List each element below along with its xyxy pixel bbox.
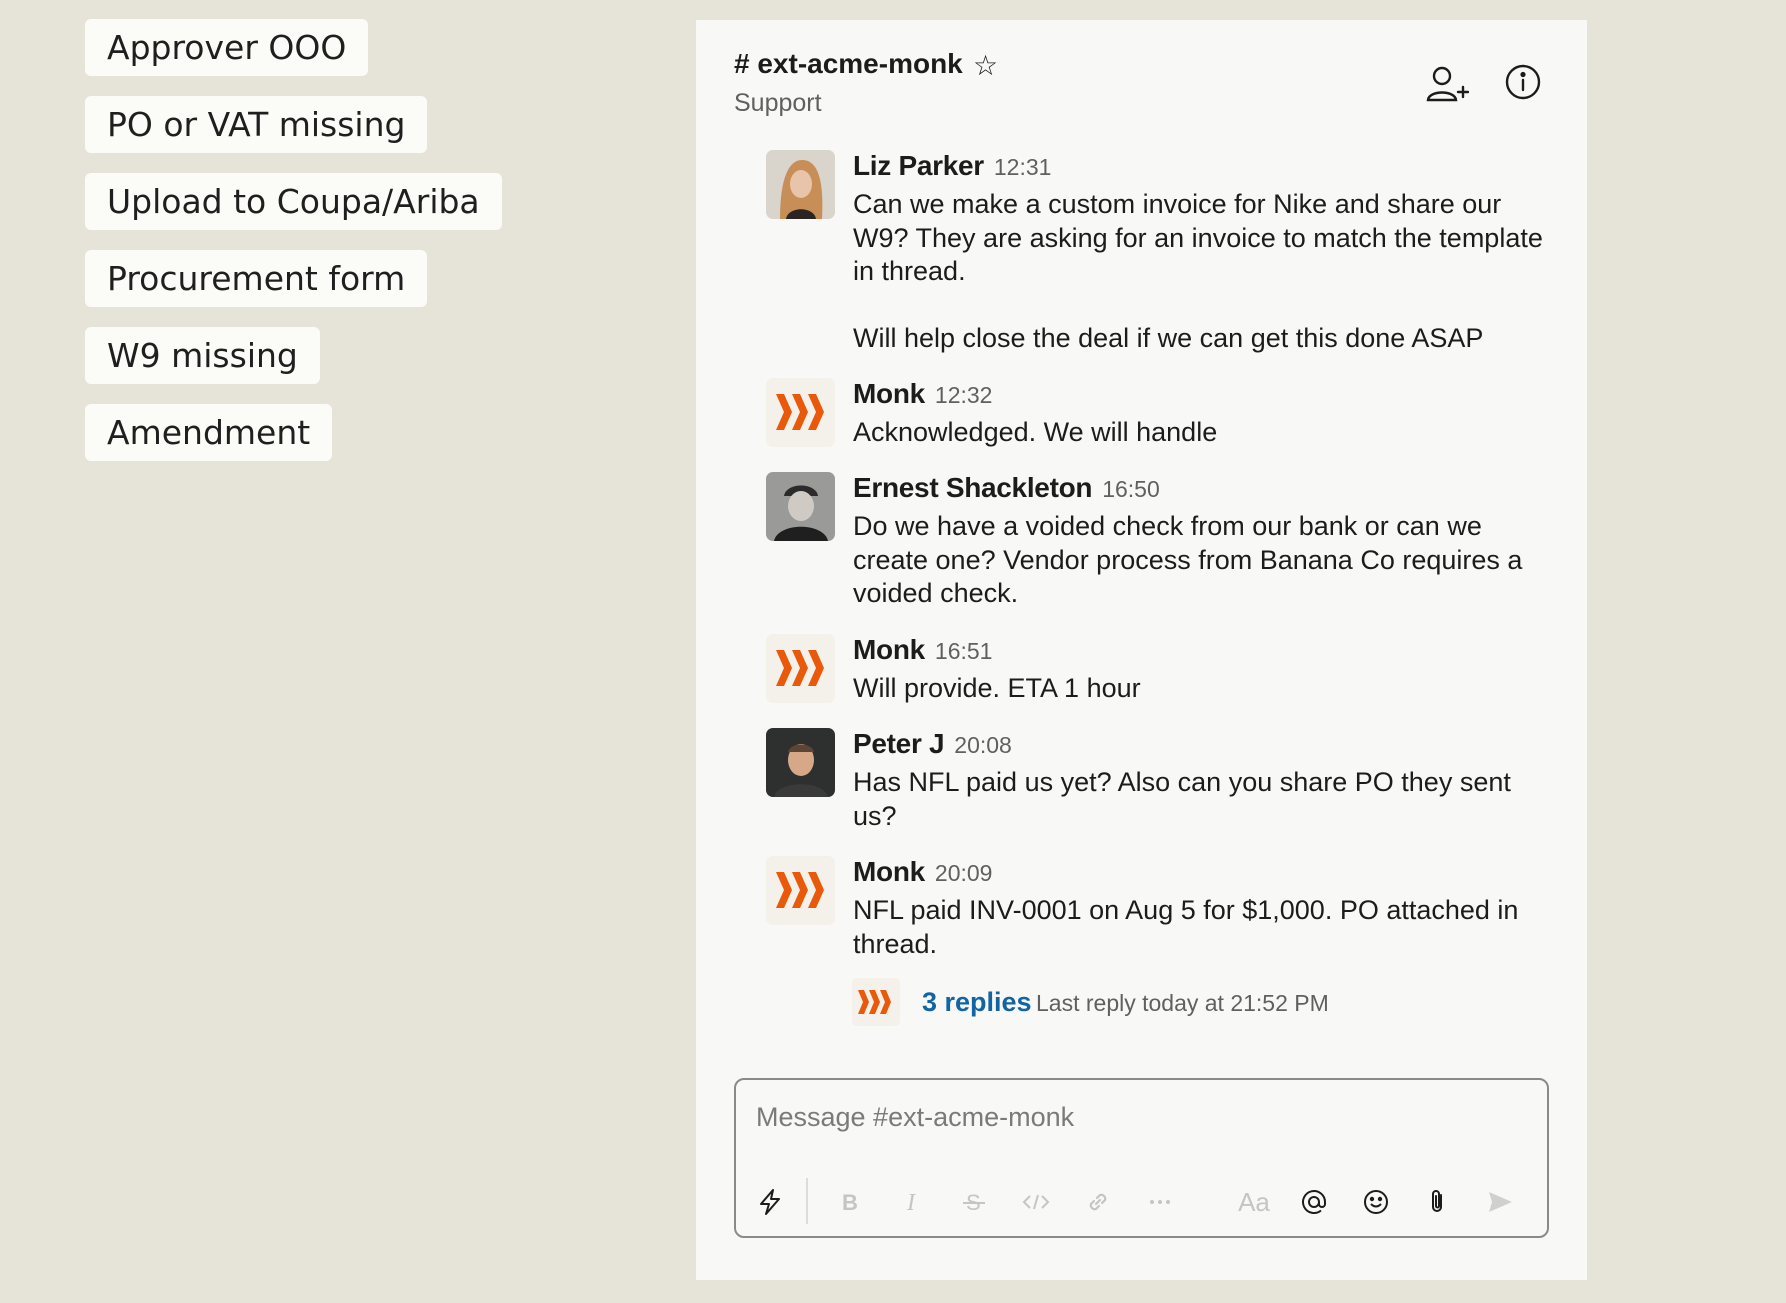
message-text: Do we have a voided check from our bank …: [853, 511, 1530, 608]
italic-icon: I: [906, 1190, 916, 1216]
avatar[interactable]: [766, 472, 835, 541]
aa-label: Aa: [1238, 1186, 1270, 1217]
monk-logo-icon: [776, 650, 824, 686]
man-portrait-icon: [766, 728, 835, 797]
tag-upload-to-coupa-ariba[interactable]: Upload to Coupa/Ariba: [85, 173, 502, 230]
message-timestamp[interactable]: 16:50: [1102, 476, 1160, 502]
add-member-icon[interactable]: [1425, 62, 1469, 106]
message-author[interactable]: Monk: [853, 634, 925, 665]
message-text: Has NFL paid us yet? Also can you share …: [853, 767, 1519, 831]
message-timestamp[interactable]: 20:09: [935, 860, 993, 886]
tag-w9-missing[interactable]: W9 missing: [85, 327, 320, 384]
tag-list: Approver OOO PO or VAT missing Upload to…: [85, 19, 502, 481]
message-timestamp[interactable]: 12:31: [994, 154, 1052, 180]
paperclip-icon: [1432, 1190, 1442, 1212]
svg-text:B: B: [842, 1190, 858, 1215]
emoji-button[interactable]: [1358, 1184, 1394, 1220]
avatar[interactable]: [766, 378, 835, 447]
monk-logo-icon: [776, 394, 824, 430]
bold-icon: B: [842, 1190, 858, 1215]
emoji-icon: [1364, 1190, 1388, 1214]
info-icon[interactable]: [1504, 63, 1542, 101]
message-timestamp[interactable]: 20:08: [954, 732, 1012, 758]
avatar[interactable]: [766, 150, 835, 219]
tag-amendment[interactable]: Amendment: [85, 404, 333, 461]
message-author[interactable]: Monk: [853, 856, 925, 887]
strikethrough-button[interactable]: S: [956, 1184, 992, 1220]
channel-topic: Support: [734, 89, 822, 117]
monk-logo-icon: [858, 990, 891, 1014]
message-text: NFL paid INV-0001 on Aug 5 for $1,000. P…: [853, 895, 1526, 959]
italic-button[interactable]: I: [894, 1184, 930, 1220]
shortcuts-button[interactable]: [752, 1184, 788, 1220]
thread-avatar: [852, 978, 900, 1026]
message-composer: B I S Aa: [734, 1078, 1549, 1238]
send-icon: [1489, 1192, 1512, 1212]
channel-title[interactable]: # ext-acme-monk: [734, 48, 963, 80]
channel-panel: # ext-acme-monk ☆ Support Liz Parker 12:3…: [696, 20, 1587, 1280]
tag-procurement-form[interactable]: Procurement form: [85, 250, 428, 307]
code-icon: [1022, 1194, 1050, 1210]
avatar[interactable]: [766, 728, 835, 797]
message-text: Can we make a custom invoice for Nike an…: [853, 189, 1543, 353]
thread-replies-link[interactable]: 3 replies: [922, 987, 1032, 1018]
code-button[interactable]: [1018, 1184, 1054, 1220]
tag-approver-ooo[interactable]: Approver OOO: [85, 19, 369, 76]
message-author[interactable]: Ernest Shackleton: [853, 472, 1093, 503]
svg-text:I: I: [906, 1190, 916, 1216]
message-timestamp[interactable]: 16:51: [935, 638, 993, 664]
strikethrough-icon: S: [963, 1190, 985, 1215]
message-author[interactable]: Monk: [853, 378, 925, 409]
woman-portrait-icon: [766, 150, 835, 219]
more-formatting-button[interactable]: [1142, 1184, 1178, 1220]
thread-last-reply: Last reply today at 21:52 PM: [1036, 990, 1329, 1016]
message-text: Will provide. ETA 1 hour: [853, 673, 1141, 703]
avatar[interactable]: [766, 856, 835, 925]
at-icon: [1302, 1190, 1326, 1214]
man-bw-portrait-icon: [766, 472, 835, 541]
message-author[interactable]: Liz Parker: [853, 150, 984, 181]
message-text: Acknowledged. We will handle: [853, 417, 1218, 447]
avatar[interactable]: [766, 634, 835, 703]
more-icon: [1150, 1200, 1170, 1204]
message-input[interactable]: [756, 1102, 1516, 1133]
attach-button[interactable]: [1420, 1184, 1456, 1220]
message-author[interactable]: Peter J: [853, 728, 945, 759]
mention-button[interactable]: [1296, 1184, 1332, 1220]
tag-po-or-vat-missing[interactable]: PO or VAT missing: [85, 96, 428, 153]
toolbar-divider: [806, 1178, 808, 1224]
lightning-icon: [760, 1189, 780, 1215]
bold-button[interactable]: B: [832, 1184, 868, 1220]
monk-logo-icon: [776, 872, 824, 908]
message-timestamp[interactable]: 12:32: [935, 382, 993, 408]
link-button[interactable]: [1080, 1184, 1116, 1220]
link-icon: [1089, 1193, 1107, 1211]
formatting-toggle-button[interactable]: Aa: [1236, 1184, 1272, 1220]
send-button[interactable]: [1482, 1184, 1518, 1220]
star-icon[interactable]: ☆: [973, 49, 998, 82]
